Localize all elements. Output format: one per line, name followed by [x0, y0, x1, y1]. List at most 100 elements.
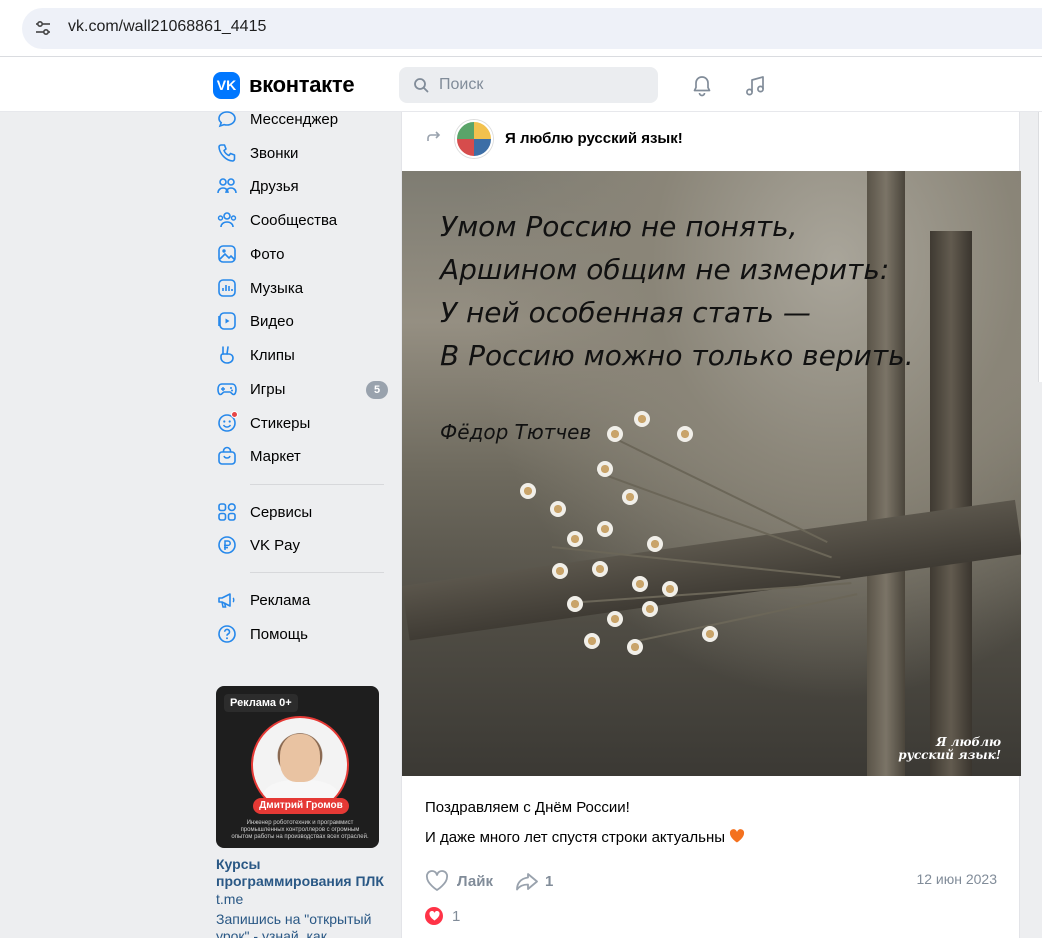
sidebar-item-label: Видео — [250, 312, 294, 330]
vk-header: VK вконтакте — [0, 57, 1042, 112]
ad-description: Инженер робототехник и программист промы… — [231, 820, 369, 840]
share-button[interactable]: 1 — [515, 869, 553, 893]
sticker-icon-wrap — [216, 411, 238, 434]
photo-fence-post — [930, 231, 972, 776]
heart-outline-icon — [426, 870, 448, 891]
help-icon — [218, 625, 236, 643]
sidebar-item-stickers[interactable]: Стикеры — [216, 408, 388, 438]
sidebar-item-video[interactable]: Видео — [216, 306, 388, 336]
vk-logo-icon[interactable]: VK — [213, 72, 240, 99]
poem-line: Аршином общим не измерить: — [440, 253, 890, 286]
wall-post: Я люблю русский язык! Умом Россию не пон… — [401, 112, 1021, 938]
watermark-line: русский язык! — [898, 748, 1001, 762]
ad-person-name: Дмитрий Громов — [253, 798, 349, 814]
sidebar-item-label: Сообщества — [250, 211, 338, 229]
sidebar-divider — [250, 484, 384, 485]
like-label: Лайк — [457, 872, 493, 890]
sidebar-item-clips[interactable]: Клипы — [216, 340, 388, 370]
browser-toolbar: vk.com/wall21068861_4415 — [0, 0, 1042, 57]
sidebar-item-friends[interactable]: Друзья — [216, 171, 388, 201]
photo-icon — [218, 245, 236, 263]
notifications-bell-icon[interactable] — [690, 74, 714, 98]
post-date-link[interactable]: 12 июн 2023 — [916, 871, 997, 887]
sidebar-item-label: Стикеры — [250, 414, 311, 432]
ruble-icon — [218, 536, 236, 554]
poem-line: В Россию можно только верить. — [440, 339, 914, 372]
gamepad-icon — [217, 383, 237, 396]
search-input[interactable] — [439, 67, 649, 103]
ad-domain[interactable]: t.me — [216, 891, 243, 907]
ad-title-link[interactable]: Курсы программирования ПЛК — [216, 856, 386, 890]
orange-heart-emoji-icon — [729, 829, 745, 843]
reaction-count: 1 — [452, 907, 461, 925]
share-arrow-icon — [516, 873, 538, 891]
group-watermark: Я люблю русский язык! — [898, 736, 1001, 762]
ad-label: Реклама 0+ — [224, 694, 298, 712]
watermark-line: Я люблю — [935, 735, 1001, 749]
sidebar-item-photos[interactable]: Фото — [216, 239, 388, 269]
post-text: Поздравляем с Днём России! И даже много … — [425, 793, 745, 853]
sidebar-item-label: Помощь — [250, 625, 308, 643]
sidebar-item-label: Музыка — [250, 279, 304, 297]
vk-logo-text[interactable]: вконтакте — [249, 72, 355, 98]
sidebar-item-market[interactable]: Маркет — [216, 441, 388, 471]
poem-author: Фёдор Тютчев — [440, 420, 592, 444]
games-count-badge: 5 — [366, 381, 388, 399]
sidebar-item-ads[interactable]: Реклама — [216, 585, 388, 615]
post-text-line: И даже много лет спустя строки актуальны — [425, 829, 726, 846]
sidebar-item-label: Фото — [250, 245, 285, 263]
market-bag-icon — [218, 446, 236, 465]
sidebar-item-services[interactable]: Сервисы — [216, 497, 388, 527]
poem-line: У ней особенная стать — — [440, 296, 811, 329]
friends-icon — [217, 178, 237, 194]
clips-icon — [220, 346, 234, 364]
sidebar-item-label: Мессенджер — [250, 110, 339, 128]
search-box — [399, 67, 658, 103]
ad-photo-face — [280, 734, 320, 782]
chat-icon — [218, 111, 236, 128]
sidebar-item-games[interactable]: Игры 5 — [216, 374, 388, 404]
sidebar-item-label: Звонки — [250, 144, 299, 162]
ad-banner-image[interactable]: Реклама 0+ Дмитрий Громов Инженер робото… — [216, 686, 379, 848]
sidebar-item-label: Игры — [250, 380, 286, 398]
site-settings-icon[interactable] — [34, 19, 52, 37]
ad-text[interactable]: Запишись на "открытый урок" - узнай, как — [216, 911, 386, 938]
sidebar-item-music[interactable]: Музыка — [216, 273, 388, 303]
communities-icon — [217, 212, 237, 228]
reactions-summary[interactable]: 1 — [425, 907, 460, 925]
post-photo[interactable]: Умом Россию не понять, Аршином общим не … — [402, 171, 1021, 776]
music-player-icon[interactable] — [743, 74, 767, 98]
poem-line: Умом Россию не понять, — [440, 210, 798, 243]
video-icon — [218, 312, 236, 330]
like-button[interactable]: Лайк — [425, 869, 493, 893]
repost-icon — [427, 131, 441, 141]
group-name-link[interactable]: Я люблю русский язык! — [505, 130, 683, 147]
sidebar-item-messenger[interactable]: Мессенджер — [216, 104, 388, 134]
music-icon — [218, 279, 236, 297]
sidebar-item-label: Клипы — [250, 346, 295, 364]
share-count: 1 — [545, 872, 554, 890]
sidebar-item-calls[interactable]: Звонки — [216, 138, 388, 168]
right-panel-edge — [1038, 112, 1042, 382]
sidebar-item-label: Друзья — [250, 177, 299, 195]
group-avatar[interactable] — [455, 120, 493, 158]
sidebar-divider — [250, 572, 384, 573]
sidebar-item-label: Сервисы — [250, 503, 313, 521]
sidebar-item-help[interactable]: Помощь — [216, 619, 388, 649]
new-indicator-dot — [231, 411, 238, 418]
sidebar-item-label: VK Pay — [250, 536, 301, 554]
sidebar-item-label: Маркет — [250, 447, 301, 465]
photo-fence-rail — [402, 499, 1021, 641]
search-icon — [414, 78, 429, 93]
poem-text: Умом Россию не понять, Аршином общим не … — [440, 205, 914, 377]
heart-reaction-icon — [425, 907, 443, 925]
phone-icon — [218, 144, 236, 162]
address-url[interactable]: vk.com/wall21068861_4415 — [68, 18, 266, 36]
megaphone-icon — [218, 593, 235, 608]
sidebar-item-communities[interactable]: Сообщества — [216, 205, 388, 235]
services-grid-icon — [218, 503, 236, 521]
post-text-line-2: И даже много лет спустя строки актуальны — [425, 823, 745, 853]
sidebar-item-vkpay[interactable]: VK Pay — [216, 530, 388, 560]
sidebar-item-label: Реклама — [250, 591, 311, 609]
post-text-line: Поздравляем с Днём России! — [425, 799, 630, 816]
